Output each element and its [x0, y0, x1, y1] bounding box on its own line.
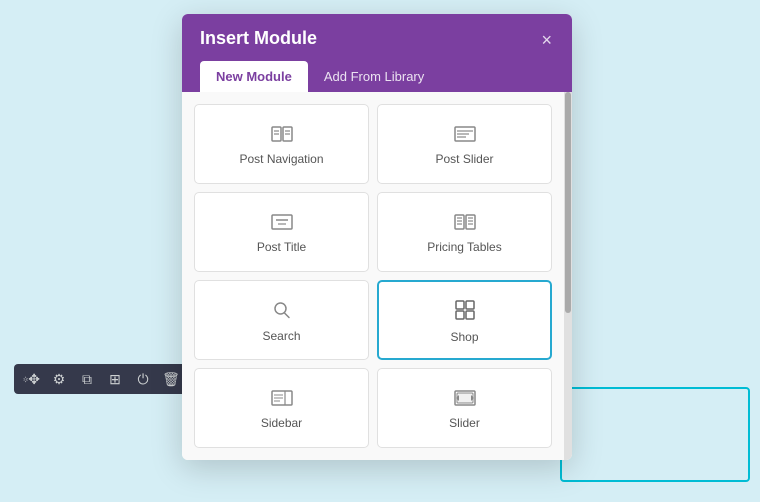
module-shop[interactable]: Shop	[377, 280, 552, 360]
modal-tabs: New Module Add From Library	[182, 61, 572, 92]
post-navigation-label: Post Navigation	[239, 152, 323, 166]
modal-body: Post Navigation Post Slider	[182, 92, 572, 460]
modal-header: Insert Module ×	[182, 14, 572, 61]
move-icon[interactable]: ✥	[22, 370, 40, 388]
module-post-title[interactable]: Post Title	[194, 192, 369, 272]
module-slider[interactable]: Slider	[377, 368, 552, 448]
scrollbar-thumb[interactable]	[565, 92, 571, 313]
columns-icon[interactable]: ⊞	[106, 370, 124, 388]
settings-icon[interactable]: ⚙	[50, 370, 68, 388]
tab-new-module[interactable]: New Module	[200, 61, 308, 92]
sidebar-icon	[271, 390, 293, 410]
slider-icon	[454, 390, 476, 410]
modal-scrollbar[interactable]	[564, 92, 572, 460]
power-icon[interactable]: ⏻	[134, 370, 152, 388]
module-search[interactable]: Search	[194, 280, 369, 360]
module-sidebar[interactable]: Sidebar	[194, 368, 369, 448]
pricing-tables-label: Pricing Tables	[427, 240, 501, 254]
module-pricing-tables[interactable]: Pricing Tables	[377, 192, 552, 272]
post-navigation-icon	[271, 126, 293, 146]
search-icon	[273, 301, 291, 323]
modal-close-button[interactable]: ×	[539, 28, 554, 53]
module-toolbar: ✥ ⚙ ⧉ ⊞ ⏻ 🗑	[14, 364, 188, 394]
insert-module-modal: Insert Module × New Module Add From Libr…	[182, 14, 572, 460]
shop-label: Shop	[450, 330, 478, 344]
copy-icon[interactable]: ⧉	[78, 370, 96, 388]
modal-title: Insert Module	[200, 28, 317, 61]
pricing-tables-icon	[454, 214, 476, 234]
post-title-icon	[271, 214, 293, 234]
sidebar-label: Sidebar	[261, 416, 302, 430]
post-title-label: Post Title	[257, 240, 306, 254]
module-post-navigation[interactable]: Post Navigation	[194, 104, 369, 184]
post-slider-label: Post Slider	[435, 152, 493, 166]
shop-icon	[455, 300, 475, 324]
module-grid: Post Navigation Post Slider	[182, 92, 572, 460]
delete-icon[interactable]: 🗑	[162, 370, 180, 388]
slider-label: Slider	[449, 416, 480, 430]
tab-add-from-library[interactable]: Add From Library	[308, 61, 440, 92]
module-post-slider[interactable]: Post Slider	[377, 104, 552, 184]
post-slider-icon	[454, 126, 476, 146]
teal-content-box	[560, 387, 750, 482]
search-label: Search	[262, 329, 300, 343]
